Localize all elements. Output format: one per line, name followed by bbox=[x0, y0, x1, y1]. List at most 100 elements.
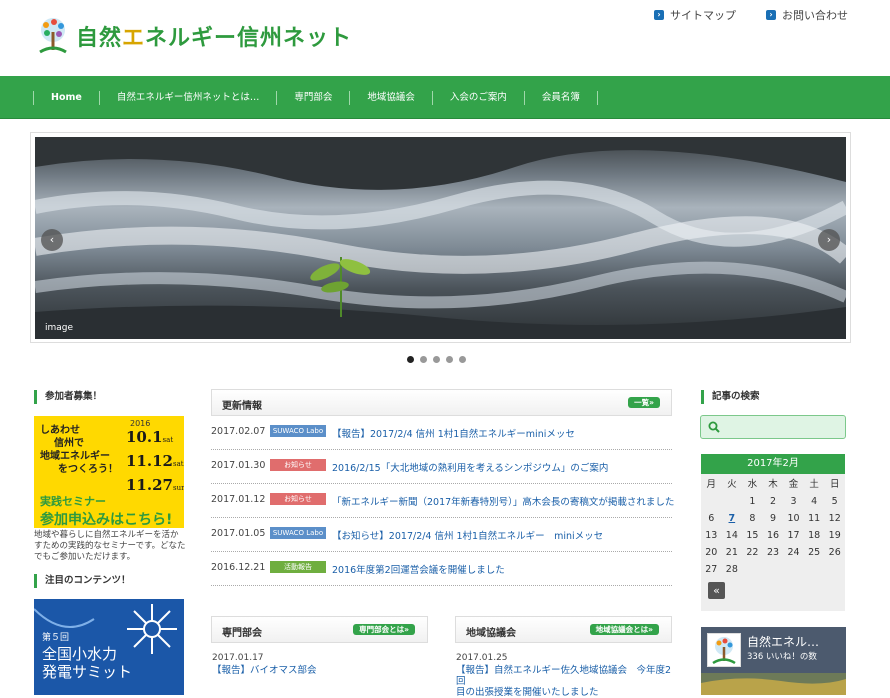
utility-links: › サイトマップ › お問い合わせ bbox=[654, 7, 848, 23]
news-category-badge[interactable]: SUWACO Labo bbox=[270, 527, 326, 539]
seminar-banner[interactable]: しあわせ 信州で 地域エネルギー をつくろう！ 2016 10.1sat 11.… bbox=[34, 416, 184, 528]
news-row: 2017.01.05 SUWACO Labo 【お知らせ】2017/2/4 信州… bbox=[211, 518, 672, 552]
calendar-weekday: 火 bbox=[727, 479, 737, 490]
slider-dot[interactable] bbox=[459, 356, 466, 363]
news-category-badge[interactable]: 活動報告 bbox=[270, 561, 326, 573]
committees-more-button[interactable]: 専門部会とは» bbox=[353, 624, 415, 635]
news-more-button[interactable]: 一覧» bbox=[628, 397, 660, 408]
nav-item-committees[interactable]: 専門部会 bbox=[276, 90, 349, 105]
summit-title: 全国小水力 発電サミット bbox=[42, 645, 133, 681]
calendar-day: 11 bbox=[808, 513, 821, 524]
news-link[interactable]: 2016/2/15「大北地域の熱利用を考えるシンポジウム」のご案内 bbox=[332, 460, 608, 474]
committees-link[interactable]: 【報告】バイオマス部会 bbox=[212, 665, 317, 676]
slider-dot[interactable] bbox=[407, 356, 414, 363]
slider-dot[interactable] bbox=[433, 356, 440, 363]
calendar-day: 4 bbox=[811, 496, 818, 507]
news-category-badge[interactable]: お知らせ bbox=[270, 493, 326, 505]
calendar-day: 14 bbox=[725, 530, 738, 541]
hydro-summit-banner[interactable]: 第５回 全国小水力 発電サミット bbox=[34, 599, 184, 695]
calendar-title: 2017年2月 bbox=[701, 454, 845, 474]
news-row: 2016.12.21 活動報告 2016年度第2回運営会議を開催しました bbox=[211, 552, 672, 586]
news-category-badge[interactable]: SUWACO Labo bbox=[270, 425, 326, 437]
calendar-day: 21 bbox=[725, 547, 738, 558]
calendar-day: 8 bbox=[749, 513, 756, 524]
nav-item-home[interactable]: Home bbox=[33, 90, 99, 105]
seminar-description: 地域や暮らしに自然エネルギーを活かすための実践的なセミナーです。どなたでもご参加… bbox=[34, 530, 186, 562]
river-image bbox=[35, 137, 846, 339]
seminar-apply: 参加申込みはこちら! bbox=[40, 512, 173, 528]
news-link[interactable]: 【お知らせ】2017/2/4 信州 1村1自然エネルギー miniメッセ bbox=[332, 528, 603, 542]
nav-item-regional-councils[interactable]: 地域協議会 bbox=[349, 90, 432, 105]
slider-dot[interactable] bbox=[446, 356, 453, 363]
arrow-right-icon: › bbox=[766, 10, 776, 20]
calendar-day: 24 bbox=[787, 547, 800, 558]
facebook-cover-image bbox=[701, 673, 846, 695]
facebook-widget[interactable]: 自然エネル… 336 いいね！の数 bbox=[701, 627, 846, 695]
calendar-day: 13 bbox=[705, 530, 718, 541]
slider-prev-button[interactable]: ‹ bbox=[41, 229, 63, 251]
search-input[interactable] bbox=[700, 415, 846, 439]
calendar-day: 17 bbox=[787, 530, 800, 541]
nav-item-membership[interactable]: 入会のご案内 bbox=[431, 90, 524, 105]
arrow-right-icon: › bbox=[654, 10, 664, 20]
slider-dot[interactable] bbox=[420, 356, 427, 363]
facebook-likes: 336 いいね！の数 bbox=[747, 652, 817, 662]
slider-dots bbox=[407, 356, 466, 363]
calendar-day-link[interactable]: 7 bbox=[722, 510, 743, 527]
calendar-weekday: 水 bbox=[747, 479, 758, 490]
seminar-tagline: しあわせ 信州で 地域エネルギー をつくろう！ bbox=[40, 425, 118, 475]
committees-date: 2017.01.17 bbox=[212, 653, 264, 663]
calendar-prev-button[interactable]: « bbox=[708, 582, 725, 599]
news-link[interactable]: 【報告】2017/2/4 信州 1村1自然エネルギーminiメッセ bbox=[332, 426, 575, 440]
news-row: 2017.01.30 お知らせ 2016/2/15「大北地域の熱利用を考えるシン… bbox=[211, 450, 672, 484]
search-heading: 記事の検索 bbox=[701, 390, 760, 404]
calendar-day: 20 bbox=[705, 547, 718, 558]
regional-councils-title: 地域協議会 bbox=[466, 628, 516, 639]
seminar-date: 10.1sat bbox=[126, 428, 174, 446]
committees-title: 専門部会 bbox=[222, 628, 262, 639]
calendar-weekday: 金 bbox=[788, 479, 799, 490]
news-link[interactable]: 「新エネルギー新聞（2017年新春特別号）」高木会長の寄稿文が掲載されました bbox=[332, 494, 674, 508]
news-category-badge[interactable]: お知らせ bbox=[270, 459, 326, 471]
news-date: 2017.01.30 bbox=[211, 460, 266, 471]
calendar-day: 6 bbox=[708, 513, 715, 524]
calendar-grid: 月火水木金土日 1 2 3 4 5 6 7 8 9 10 11 12 13 14 15 16 17 18 19 20 21… bbox=[701, 474, 845, 578]
sitemap-link[interactable]: › サイトマップ bbox=[654, 7, 736, 23]
search-icon[interactable] bbox=[708, 421, 720, 433]
calendar-day: 5 bbox=[831, 496, 838, 507]
calendar-day: 12 bbox=[828, 513, 841, 524]
featured-heading: 注目のコンテンツ！ bbox=[34, 574, 131, 588]
regional-councils-header: 地域協議会 地域協議会とは» bbox=[455, 616, 672, 643]
nav-divider bbox=[596, 90, 598, 105]
calendar-day: 3 bbox=[790, 496, 797, 507]
calendar-day bbox=[763, 561, 784, 578]
news-link[interactable]: 2016年度第2回運営会議を開催しました bbox=[332, 562, 505, 576]
calendar-day bbox=[742, 561, 763, 578]
nav-item-member-list[interactable]: 会員名簿 bbox=[523, 90, 597, 105]
logo-text: 自然エネルギー信州ネット bbox=[76, 26, 353, 51]
calendar-day: 9 bbox=[769, 513, 777, 524]
news-header: 更新情報 一覧» bbox=[211, 389, 672, 416]
calendar-day: 23 bbox=[766, 547, 780, 558]
facebook-page-name: 自然エネル… bbox=[747, 635, 820, 649]
slide-caption: image bbox=[45, 323, 74, 333]
calendar-day: 22 bbox=[746, 547, 759, 558]
contact-link[interactable]: › お問い合わせ bbox=[766, 7, 848, 23]
recruit-heading: 参加者募集！ bbox=[34, 390, 102, 404]
calendar-day: 19 bbox=[828, 530, 841, 541]
news-date: 2016.12.21 bbox=[211, 562, 266, 573]
calendar: 2017年2月 月火水木金土日 1 2 3 4 5 6 7 8 9 10 11 12 13 14 15 16 17… bbox=[701, 454, 845, 611]
calendar-day: 25 bbox=[808, 547, 821, 558]
nav-item-about[interactable]: 自然エネルギー信州ネットとは… bbox=[98, 90, 277, 105]
site-header: 自然エネルギー信州ネット › サイトマップ › お問い合わせ bbox=[0, 0, 890, 76]
news-date: 2017.02.07 bbox=[211, 426, 266, 437]
site-logo[interactable]: 自然エネルギー信州ネット bbox=[34, 16, 352, 56]
regional-councils-link[interactable]: 【報告】自然エネルギー佐久地域協議会 今年度2回 目の出張授業を開催いたしました bbox=[456, 665, 672, 698]
calendar-day: 1 bbox=[749, 496, 756, 507]
logo-mark-icon bbox=[34, 16, 72, 56]
committees-header: 専門部会 専門部会とは» bbox=[211, 616, 428, 643]
slider-next-button[interactable]: › bbox=[818, 229, 840, 251]
calendar-weekday: 日 bbox=[829, 479, 840, 490]
facebook-avatar bbox=[707, 633, 741, 667]
regional-councils-more-button[interactable]: 地域協議会とは» bbox=[589, 624, 659, 635]
